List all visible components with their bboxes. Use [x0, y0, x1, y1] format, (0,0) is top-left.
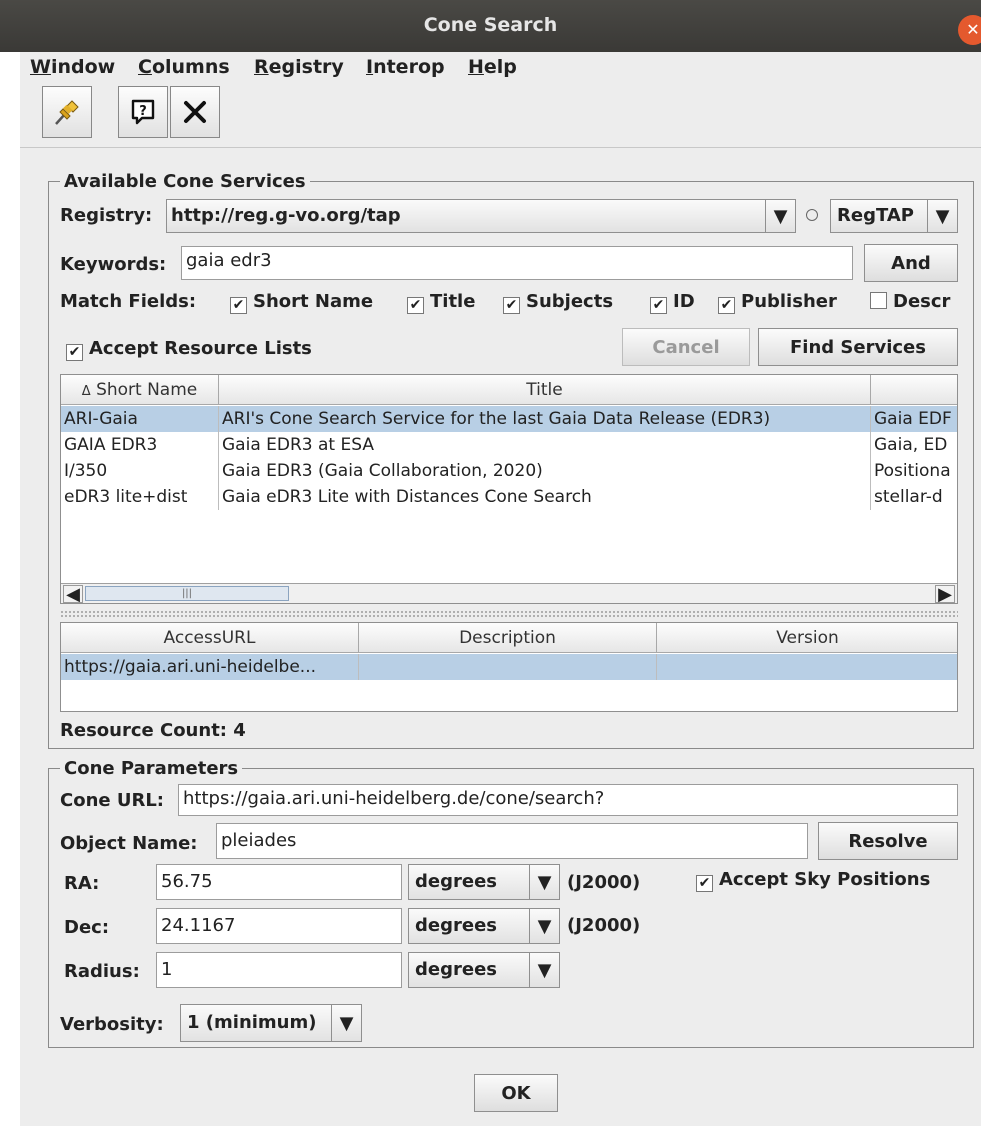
checkbox-icon	[870, 292, 887, 309]
help-icon: ?	[131, 99, 155, 125]
accept-resource-lists-checkbox[interactable]: ✔ Accept Resource Lists	[66, 338, 312, 361]
radius-unit-combo[interactable]: degrees ▼	[408, 952, 560, 988]
find-services-button[interactable]: Find Services	[758, 328, 958, 366]
ra-input[interactable]: 56.75	[156, 864, 402, 900]
verbosity-value: 1 (minimum)	[187, 1012, 317, 1033]
match-id-checkbox[interactable]: ✔ ID	[650, 291, 695, 314]
radius-label: Radius:	[64, 961, 140, 982]
table-row[interactable]: GAIA EDR3 Gaia EDR3 at ESA Gaia, ED	[61, 432, 957, 458]
checkbox-icon: ✔	[407, 297, 424, 314]
checkbox-icon: ✔	[503, 297, 520, 314]
cancel-button[interactable]: Cancel	[622, 328, 750, 366]
cone-url-input[interactable]: https://gaia.ari.uni-heidelberg.de/cone/…	[178, 784, 958, 816]
verbosity-combo[interactable]: 1 (minimum) ▼	[180, 1004, 362, 1042]
radius-input[interactable]: 1	[156, 952, 402, 988]
dec-unit-combo[interactable]: degrees ▼	[408, 908, 560, 944]
column-header-title[interactable]: Title	[219, 375, 871, 405]
verbosity-dropdown-icon[interactable]: ▼	[331, 1005, 361, 1041]
column-header-short-name[interactable]: Δ Short Name	[61, 375, 219, 405]
window-title: Cone Search	[423, 14, 558, 36]
help-button[interactable]: ?	[118, 86, 168, 138]
ra-epoch: (J2000)	[567, 872, 641, 893]
object-name-label: Object Name:	[60, 833, 198, 854]
close-button[interactable]	[170, 86, 220, 138]
services-legend: Available Cone Services	[60, 171, 310, 192]
checkbox-icon: ✔	[650, 297, 667, 314]
horizontal-scrollbar[interactable]: ◀ ||| ▶	[61, 583, 957, 603]
scrollbar-thumb[interactable]: |||	[85, 586, 289, 601]
close-icon	[184, 101, 206, 123]
table-row[interactable]: https://gaia.ari.uni-heidelbe...	[61, 654, 957, 680]
checkbox-icon: ✔	[718, 297, 735, 314]
table-row[interactable]: I/350 Gaia EDR3 (Gaia Collaboration, 202…	[61, 458, 957, 484]
table-row[interactable]: ARI-Gaia ARI's Cone Search Service for t…	[61, 406, 957, 432]
svg-text:?: ?	[139, 104, 147, 119]
radius-unit-value: degrees	[415, 959, 497, 980]
and-button[interactable]: And	[864, 244, 958, 282]
checkbox-icon: ✔	[696, 875, 713, 892]
match-title-checkbox[interactable]: ✔ Title	[407, 291, 475, 314]
ra-unit-dropdown-icon[interactable]: ▼	[529, 865, 559, 899]
registry-protocol-value: RegTAP	[837, 205, 914, 226]
cone-url-label: Cone URL:	[60, 790, 165, 811]
radius-unit-dropdown-icon[interactable]: ▼	[529, 953, 559, 987]
match-publisher-checkbox[interactable]: ✔ Publisher	[718, 291, 837, 314]
accept-sky-positions-checkbox[interactable]: ✔ Accept Sky Positions	[696, 869, 930, 892]
ra-unit-combo[interactable]: degrees ▼	[408, 864, 560, 900]
dec-unit-value: degrees	[415, 915, 497, 936]
registry-combo[interactable]: http://reg.g-vo.org/tap ▼	[166, 199, 796, 233]
column-header-version[interactable]: Version	[657, 623, 957, 653]
title-bar[interactable]: Cone Search ✕	[0, 0, 981, 52]
registry-label: Registry:	[60, 205, 153, 226]
ok-button[interactable]: OK	[474, 1074, 558, 1112]
pin-icon	[55, 100, 79, 125]
ra-label: RA:	[64, 873, 100, 894]
left-edge	[0, 52, 20, 1126]
dec-input[interactable]: 24.1167	[156, 908, 402, 944]
match-fields-label: Match Fields:	[60, 291, 197, 312]
match-description-checkbox[interactable]: Descr	[870, 291, 974, 312]
scroll-right-icon[interactable]: ▶	[935, 584, 955, 603]
window-close-icon[interactable]: ✕	[958, 15, 981, 45]
match-subjects-checkbox[interactable]: ✔ Subjects	[503, 291, 613, 314]
toolbar-separator	[20, 147, 981, 148]
registry-status-icon	[806, 209, 818, 221]
ra-unit-value: degrees	[415, 871, 497, 892]
column-header-description[interactable]: Description	[359, 623, 657, 653]
registry-value: http://reg.g-vo.org/tap	[171, 205, 401, 226]
dec-unit-dropdown-icon[interactable]: ▼	[529, 909, 559, 943]
services-table[interactable]: Δ Short Name Title ARI-Gaia ARI's Cone S…	[60, 374, 958, 604]
registry-protocol-combo[interactable]: RegTAP ▼	[830, 199, 958, 233]
column-header-more[interactable]	[871, 375, 957, 405]
dec-epoch: (J2000)	[567, 915, 641, 936]
pin-button[interactable]	[42, 86, 92, 138]
cone-legend: Cone Parameters	[60, 758, 243, 779]
menu-interop[interactable]: Interop	[366, 56, 445, 78]
menu-help[interactable]: Help	[468, 56, 517, 78]
menu-columns[interactable]: Columns	[138, 56, 230, 78]
resource-details-table[interactable]: AccessURL Description Version https://ga…	[60, 622, 958, 712]
menu-window[interactable]: Window	[30, 56, 115, 78]
keywords-label: Keywords:	[60, 254, 167, 275]
protocol-dropdown-icon[interactable]: ▼	[927, 200, 957, 232]
resolve-button[interactable]: Resolve	[818, 822, 958, 860]
object-name-input[interactable]: pleiades	[216, 823, 808, 859]
verbosity-label: Verbosity:	[60, 1014, 164, 1035]
split-pane-divider[interactable]	[60, 610, 958, 618]
checkbox-icon: ✔	[230, 297, 247, 314]
sort-ascending-icon: Δ	[81, 384, 91, 399]
keywords-input[interactable]: gaia edr3	[181, 246, 853, 280]
match-short-name-checkbox[interactable]: ✔ Short Name	[230, 291, 373, 314]
dec-label: Dec:	[64, 917, 110, 938]
menu-registry[interactable]: Registry	[254, 56, 344, 78]
resource-count: Resource Count: 4	[60, 720, 246, 741]
scroll-left-icon[interactable]: ◀	[63, 584, 83, 603]
column-header-access-url[interactable]: AccessURL	[61, 623, 359, 653]
checkbox-icon: ✔	[66, 344, 83, 361]
registry-dropdown-icon[interactable]: ▼	[765, 200, 795, 232]
table-row[interactable]: eDR3 lite+dist Gaia eDR3 Lite with Dista…	[61, 484, 957, 510]
